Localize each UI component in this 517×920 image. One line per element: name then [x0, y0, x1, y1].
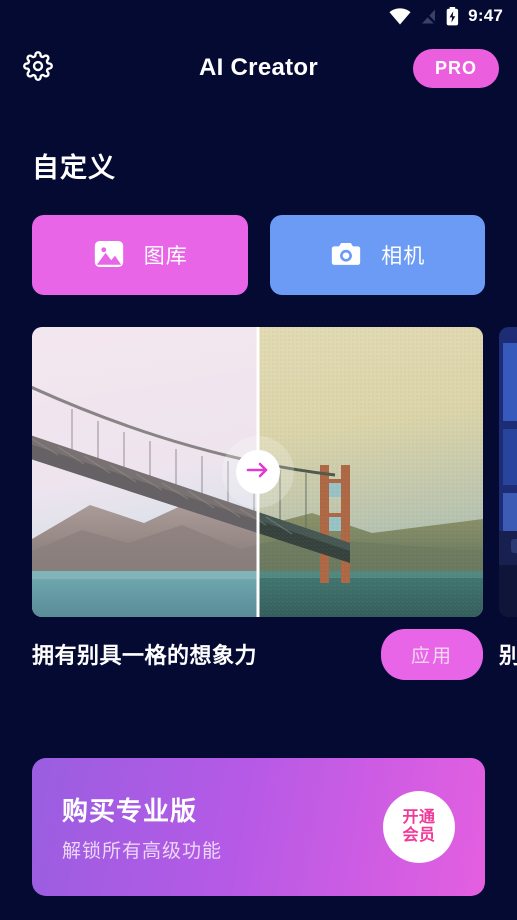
image-icon [92, 237, 126, 274]
buy-pro-banner[interactable]: 购买专业版 解锁所有高级功能 开通 会员 [32, 758, 485, 896]
style-card-caption: 拥有别具一格的想象力 [32, 643, 258, 668]
gallery-button[interactable]: 图库 [32, 215, 248, 295]
buy-pro-text: 购买专业版 解锁所有高级功能 [62, 791, 222, 863]
after-image [257, 327, 483, 617]
comparison-slider-handle[interactable] [235, 450, 280, 494]
status-bar: 9:47 [0, 0, 517, 32]
activate-membership-line2: 会员 [402, 826, 436, 844]
settings-button[interactable] [18, 48, 58, 88]
camera-icon [329, 237, 363, 274]
section-title: 自定义 [32, 153, 116, 183]
style-card[interactable]: 拥有别具一格的想象力 应用 [32, 327, 483, 685]
status-time: 9:47 [468, 6, 503, 25]
activate-membership-line1: 开通 [402, 808, 436, 826]
style-card-caption: 别具 [499, 643, 517, 668]
gallery-button-label: 图库 [143, 245, 188, 268]
style-card[interactable]: 别具 [499, 327, 517, 685]
pro-button[interactable]: PRO [412, 48, 499, 88]
app-header: AI Creator PRO [0, 32, 517, 104]
buy-pro-subtitle: 解锁所有高级功能 [62, 841, 223, 862]
gear-icon [23, 50, 53, 86]
neon-city-image [499, 327, 517, 617]
arrow-right-icon [246, 460, 270, 485]
style-card-footer: 拥有别具一格的想象力 应用 [32, 623, 483, 685]
battery-charging-icon [446, 6, 459, 26]
wifi-icon [389, 7, 411, 25]
style-card-carousel[interactable]: 拥有别具一格的想象力 应用 别 [0, 327, 517, 685]
before-after-comparison[interactable] [32, 327, 483, 617]
style-card-footer: 别具 [499, 623, 517, 685]
signal-off-icon [420, 7, 437, 25]
source-button-row: 图库 相机 [0, 185, 517, 295]
apply-button[interactable]: 应用 [380, 628, 483, 680]
activate-membership-button[interactable]: 开通 会员 [383, 791, 455, 863]
before-image [32, 327, 258, 617]
camera-button[interactable]: 相机 [269, 215, 485, 295]
camera-button-label: 相机 [381, 245, 426, 268]
buy-pro-title: 购买专业版 [62, 796, 198, 826]
